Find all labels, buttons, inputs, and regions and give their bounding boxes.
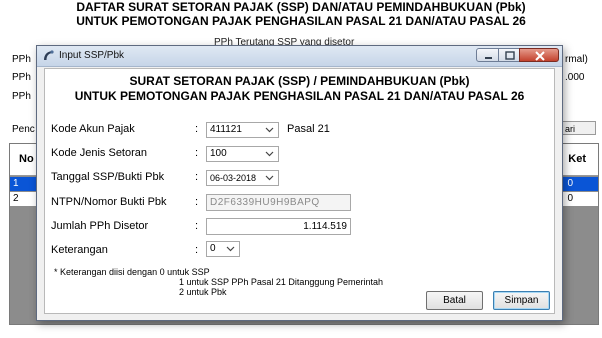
chevron-down-icon bbox=[265, 127, 274, 133]
bg-left-label: PPh bbox=[12, 91, 31, 102]
row-number: 1 bbox=[13, 178, 19, 189]
close-icon bbox=[535, 51, 545, 61]
app-icon bbox=[42, 49, 55, 62]
batal-button[interactable]: Batal bbox=[426, 291, 483, 310]
tanggal-label: Tanggal SSP/Bukti Pbk bbox=[51, 171, 165, 183]
colon: : bbox=[195, 147, 199, 159]
bg-search-button[interactable]: ari bbox=[562, 121, 596, 135]
close-button[interactable] bbox=[519, 48, 559, 62]
colon: : bbox=[195, 220, 199, 232]
maximize-button[interactable] bbox=[498, 48, 520, 62]
kode-akun-value: 411121 bbox=[210, 124, 242, 135]
maximize-icon bbox=[505, 51, 515, 60]
row-ket: 0 bbox=[567, 193, 573, 204]
form-header-line1: SURAT SETORAN PAJAK (SSP) / PEMINDAHBUKU… bbox=[129, 74, 470, 88]
note-line2: 1 untuk SSP PPh Pasal 21 Ditanggung Peme… bbox=[179, 277, 383, 287]
chevron-down-icon bbox=[226, 246, 235, 252]
kode-jenis-select[interactable]: 100 bbox=[206, 146, 279, 162]
jumlah-label: Jumlah PPh Disetor bbox=[51, 220, 149, 232]
dialog-title: Input SSP/Pbk bbox=[59, 50, 125, 61]
bg-left-label: PPh bbox=[12, 54, 31, 65]
jumlah-input[interactable]: 1.114.519 bbox=[206, 218, 351, 235]
keterangan-label: Keterangan bbox=[51, 244, 108, 256]
form-header-line2: UNTUK PEMOTONGAN PAJAK PENGHASILAN PASAL… bbox=[74, 89, 525, 103]
colon: : bbox=[195, 196, 199, 208]
row-ket: 0 bbox=[567, 178, 573, 189]
bg-title-line1: DAFTAR SURAT SETORAN PAJAK (SSP) DAN/ATA… bbox=[76, 0, 526, 14]
simpan-button[interactable]: Simpan bbox=[493, 291, 550, 310]
bg-col-ket: Ket bbox=[568, 153, 586, 165]
kode-akun-desc: Pasal 21 bbox=[287, 123, 330, 135]
colon: : bbox=[195, 171, 199, 183]
bg-title-line2: UNTUK PEMOTONGAN PAJAK PENGHASILAN PASAL… bbox=[76, 14, 526, 28]
keterangan-value: 0 bbox=[210, 243, 216, 254]
dialog-titlebar[interactable]: Input SSP/Pbk bbox=[37, 46, 562, 67]
kode-jenis-value: 100 bbox=[210, 148, 227, 159]
row-number: 2 bbox=[13, 193, 19, 204]
chevron-down-icon bbox=[265, 151, 274, 157]
kode-jenis-label: Kode Jenis Setoran bbox=[51, 147, 148, 159]
kode-akun-label: Kode Akun Pajak bbox=[51, 123, 135, 135]
ntpn-field[interactable]: D2F6339HU9H9BAPQ bbox=[206, 194, 351, 211]
bg-right-label: .000 bbox=[565, 72, 585, 83]
kode-akun-select[interactable]: 411121 bbox=[206, 122, 279, 138]
bg-right-label: rmal) bbox=[565, 54, 588, 65]
input-ssp-dialog: Input SSP/Pbk SURAT SETORAN PAJAK (SSP) … bbox=[36, 45, 563, 321]
minimize-button[interactable] bbox=[476, 48, 499, 62]
minimize-icon bbox=[485, 57, 492, 59]
tanggal-value: 06-03-2018 bbox=[210, 173, 257, 183]
note-line1: * Keterangan diisi dengan 0 untuk SSP bbox=[54, 267, 210, 277]
dialog-body: SURAT SETORAN PAJAK (SSP) / PEMINDAHBUKU… bbox=[44, 68, 555, 314]
window-controls bbox=[476, 48, 559, 63]
bg-left-label: PPh bbox=[12, 72, 31, 83]
colon: : bbox=[195, 123, 199, 135]
tanggal-date-picker[interactable]: 06-03-2018 bbox=[206, 170, 279, 186]
chevron-down-icon bbox=[265, 175, 274, 181]
ntpn-label: NTPN/Nomor Bukti Pbk bbox=[51, 196, 167, 208]
colon: : bbox=[195, 244, 199, 256]
bg-col-no: No bbox=[19, 153, 34, 165]
bg-left-label: Penc bbox=[12, 124, 35, 135]
keterangan-select[interactable]: 0 bbox=[206, 241, 240, 257]
note-line3: 2 untuk Pbk bbox=[179, 287, 227, 297]
